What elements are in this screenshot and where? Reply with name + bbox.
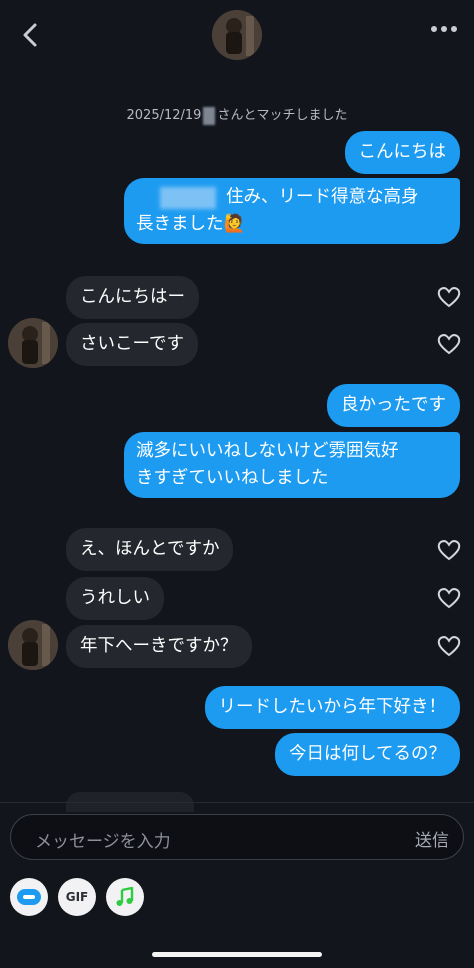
- home-indicator: [152, 952, 322, 957]
- message-bubble-incoming[interactable]: うれしい: [66, 577, 164, 621]
- message-bubble-incoming[interactable]: え、ほんとですか: [66, 528, 234, 572]
- message-text: さいこーです: [80, 334, 184, 354]
- message-text: 年下へーきですか？: [80, 636, 238, 656]
- sender-avatar[interactable]: [8, 318, 58, 368]
- message-text: 良かったです: [341, 395, 446, 415]
- send-button[interactable]: 送信: [415, 826, 449, 851]
- heart-icon[interactable]: [436, 633, 462, 659]
- message-bubble-incoming[interactable]: さいこーです: [66, 323, 198, 367]
- message-text: きすぎていいねしました: [136, 468, 329, 489]
- more-dot-icon: [451, 26, 457, 32]
- heart-icon[interactable]: [436, 284, 462, 310]
- back-button[interactable]: [16, 20, 46, 50]
- message-bubble-outgoing[interactable]: 良かったです: [327, 384, 460, 428]
- message-text: うれしい: [80, 588, 150, 608]
- sticker-icon: [17, 889, 41, 905]
- message-text: リードしたいから年下好き！: [218, 697, 447, 717]
- message-bubble-incoming[interactable]: こんにちはー: [66, 276, 199, 320]
- message-bubble-outgoing[interactable]: 滅多にいいねしないけど雰囲気好 きすぎていいねしました: [124, 432, 460, 499]
- heart-icon[interactable]: [436, 585, 462, 611]
- more-dot-icon: [441, 26, 447, 32]
- heart-icon[interactable]: [436, 331, 462, 357]
- match-avatar[interactable]: [212, 10, 262, 60]
- heart-icon[interactable]: [436, 537, 462, 563]
- message-input-placeholder[interactable]: メッセージを入力: [35, 827, 171, 852]
- gif-button[interactable]: GIF: [58, 878, 96, 916]
- match-text: さんとマッチしました: [217, 108, 348, 123]
- message-text: 長きました🙋: [136, 214, 246, 235]
- message-text: こんにちは: [358, 142, 447, 162]
- message-text: え、ほんとですか: [80, 539, 220, 559]
- blurred-text: [160, 187, 216, 209]
- message-text: 今日は何してるの？: [289, 744, 446, 764]
- more-button[interactable]: [426, 20, 462, 38]
- message-text: 滅多にいいねしないけど雰囲気好: [136, 441, 399, 461]
- sticker-button[interactable]: [10, 878, 48, 916]
- music-button[interactable]: [106, 878, 144, 916]
- more-dot-icon: [431, 26, 437, 32]
- gif-icon: GIF: [65, 890, 89, 904]
- music-note-icon: [116, 886, 134, 906]
- sender-avatar[interactable]: [8, 620, 58, 670]
- message-bubble-outgoing[interactable]: 今日は何してるの？: [275, 733, 460, 777]
- match-notice: 2025/12/19 さんとマッチしました: [0, 104, 474, 125]
- message-text: 住み、リード得意な高身: [226, 187, 419, 207]
- message-bubble-incoming[interactable]: 年下へーきですか？: [66, 625, 252, 669]
- composer-divider: [0, 802, 474, 803]
- message-text: こんにちはー: [80, 287, 185, 307]
- blurred-name: [203, 106, 216, 125]
- message-bubble-outgoing[interactable]: 住み、リード得意な高身 長きました🙋: [124, 178, 460, 245]
- message-input[interactable]: メッセージを入力 送信: [10, 814, 464, 860]
- message-bubble-outgoing[interactable]: こんにちは: [344, 131, 460, 175]
- chat-header: [0, 0, 474, 90]
- message-bubble-outgoing[interactable]: リードしたいから年下好き！: [204, 686, 460, 730]
- match-date: 2025/12/19: [126, 108, 202, 123]
- chevron-left-icon: [23, 23, 37, 47]
